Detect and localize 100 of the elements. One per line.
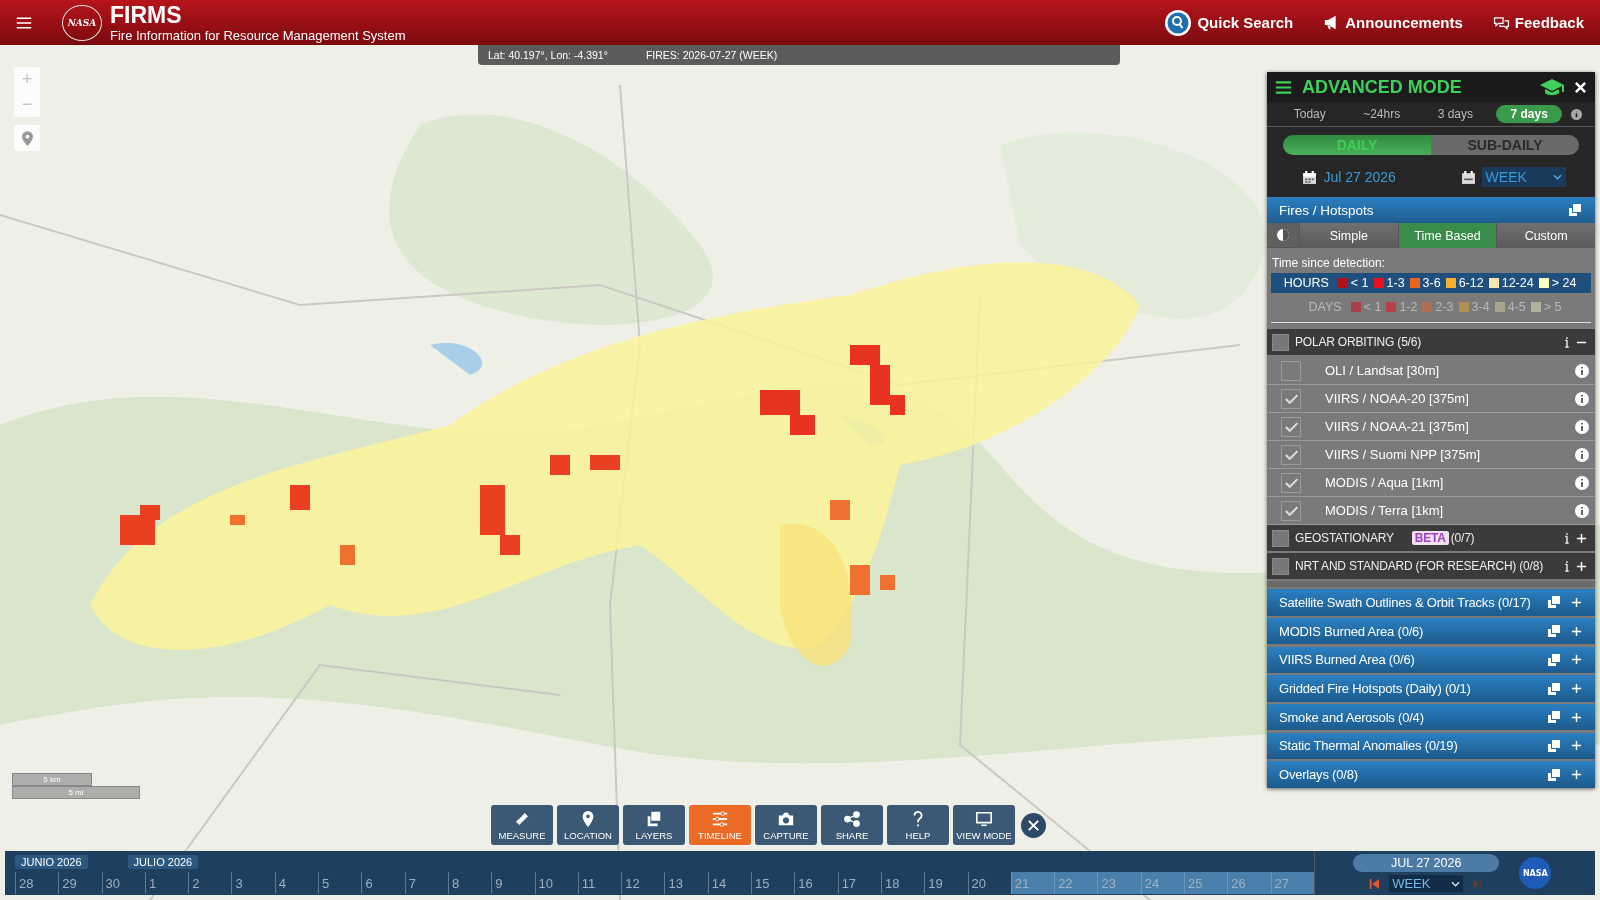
month-label: JUNIO 2026 (15, 855, 88, 869)
layer-group-header[interactable]: Satellite Swath Outlines & Orbit Tracks (0/17) (1267, 589, 1595, 616)
group-header[interactable]: POLAR ORBITING (5/6) (1267, 329, 1595, 355)
timeline-day[interactable]: 20 (967, 872, 1011, 894)
timeline-day[interactable]: 2 (188, 872, 232, 894)
panel-title: ADVANCED MODE (1302, 76, 1463, 98)
timeline-day[interactable]: 28 (15, 872, 59, 894)
group-count: (0/7) (1450, 531, 1475, 545)
legend-item: 3-6 (1422, 276, 1441, 290)
range-tab[interactable]: ~24hrs (1349, 105, 1415, 123)
sensor-label: VIIRS / NOAA-20 [375m] (1325, 391, 1470, 406)
layer-group-header[interactable]: Gridded Fire Hotspots (Daily) (0/1) (1267, 675, 1595, 702)
period-select[interactable]: WEEK (1389, 875, 1464, 892)
layer-group-header[interactable]: MODIS Burned Area (0/6) (1267, 617, 1595, 645)
timeline-day[interactable]: 12 (621, 872, 665, 894)
toolbar-button[interactable]: VIEW MODE (953, 805, 1015, 845)
range-tab[interactable]: 7 days (1496, 105, 1562, 123)
toolbar-button[interactable]: LOCATION (557, 805, 619, 845)
toolbar-button[interactable]: SHARE (821, 805, 883, 845)
toolbar-button[interactable]: TIMELINE (689, 805, 751, 845)
legend-item: 6-12 (1458, 276, 1484, 290)
style-tab[interactable]: Custom (1497, 223, 1595, 248)
sensor-row[interactable]: OLI / Landsat [30m] (1267, 357, 1595, 385)
timeline-day[interactable]: 18 (880, 872, 925, 894)
layer-group-header[interactable]: VIIRS Burned Area (0/6) (1267, 646, 1595, 674)
range-tab[interactable]: Today (1279, 105, 1340, 123)
sensor-label: MODIS / Terra [1km] (1325, 503, 1445, 518)
sensor-label: VIIRS / NOAA-21 [375m] (1325, 419, 1470, 434)
app-title: FIRMS (110, 3, 183, 27)
timeline-day[interactable]: 9 (491, 872, 535, 894)
timeline-day[interactable]: 11 (577, 872, 622, 894)
period-select[interactable]: WEEK (1481, 167, 1566, 187)
style-tab[interactable]: Simple (1300, 223, 1398, 248)
legend-title: Time since detection: (1272, 256, 1386, 270)
legend-item: 2-3 (1435, 300, 1454, 314)
legend-label: HOURS (1283, 276, 1329, 290)
timeline-day[interactable]: 5 (318, 872, 362, 894)
header-link[interactable]: Feedback (1492, 14, 1584, 31)
timeline-day[interactable]: 8 (447, 872, 492, 894)
app-subtitle: Fire Information for Resource Management System (110, 28, 406, 42)
layer-group-title: Gridded Fire Hotspots (Daily) (0/1) (1279, 681, 1472, 696)
legend-item: 12-24 (1501, 276, 1534, 290)
timeline-day[interactable]: 14 (707, 872, 752, 894)
scale-bar: 5 mi (12, 786, 140, 799)
toolbar-button[interactable]: HELP (887, 805, 949, 845)
sensor-row[interactable]: VIIRS / NOAA-20 [375m] (1267, 385, 1595, 413)
sensor-label: VIIRS / Suomi NPP [375m] (1325, 447, 1482, 462)
layer-group-title: VIIRS Burned Area (0/6) (1279, 652, 1416, 668)
style-tab[interactable]: Time Based (1398, 223, 1497, 248)
timeline-day[interactable]: 7 (404, 872, 448, 894)
toolbar-button[interactable]: CAPTURE (755, 805, 817, 845)
timeline-day[interactable]: 15 (751, 872, 795, 894)
legend-item: < 1 (1363, 300, 1382, 314)
legend-item: < 1 (1350, 276, 1369, 290)
range-tab[interactable]: 3 days (1423, 105, 1487, 123)
sensor-row[interactable]: VIIRS / NOAA-21 [375m] (1267, 413, 1595, 441)
timeline-day[interactable]: 13 (664, 872, 708, 894)
legend-label: DAYS (1308, 300, 1342, 314)
header-link[interactable]: Quick Search (1164, 8, 1294, 37)
timeline-day[interactable]: 4 (274, 872, 319, 894)
timeline-day[interactable]: 3 (231, 872, 275, 894)
timeline-day[interactable]: 29 (58, 872, 102, 894)
date-picker[interactable]: Jul 27 2026 (1296, 168, 1402, 186)
mode-toggle[interactable]: SUB-DAILY (1431, 135, 1579, 155)
layer-group-title: Smoke and Aerosols (0/4) (1279, 709, 1425, 725)
layer-group-title: Satellite Swath Outlines & Orbit Tracks (0/17) (1279, 594, 1532, 610)
timeline-day[interactable]: 30 (101, 872, 145, 894)
nasa-logo: NASA (1519, 857, 1552, 889)
timeline-day[interactable]: 17 (837, 872, 881, 894)
legend-item: 3-4 (1471, 300, 1490, 314)
timeline-day[interactable]: 6 (361, 872, 405, 894)
layer-group-title: Static Thermal Anomalies (0/19) (1279, 738, 1459, 754)
layer-group-header[interactable]: Overlays (0/8) (1267, 761, 1595, 788)
timeline-day[interactable]: 10 (534, 872, 578, 894)
header-link[interactable]: Announcements (1323, 14, 1463, 31)
timeline-day[interactable]: 1 (144, 872, 189, 894)
section-header[interactable]: Fires / Hotspots (1267, 197, 1595, 223)
legend-item: > 5 (1543, 300, 1562, 314)
sensor-row[interactable]: VIIRS / Suomi NPP [375m] (1267, 441, 1595, 469)
toolbar-button[interactable]: MEASURE (491, 805, 553, 845)
beta-badge: BETA (1411, 531, 1449, 545)
sensor-row[interactable]: MODIS / Aqua [1km] (1267, 469, 1595, 497)
toolbar-button[interactable]: LAYERS (623, 805, 685, 845)
section-title: Fires / Hotspots (1279, 202, 1374, 218)
group-title: NRT AND STANDARD (FOR RESEARCH) (0/8) (1295, 559, 1543, 573)
layer-group-header[interactable]: Smoke and Aerosols (0/4) (1267, 703, 1595, 731)
layer-group-header[interactable]: Static Thermal Anomalies (0/19) (1267, 732, 1595, 760)
legend-item: > 24 (1551, 276, 1577, 290)
legend-item: 1-2 (1399, 300, 1418, 314)
legend-item: 4-5 (1507, 300, 1526, 314)
sensor-label: OLI / Landsat [30m] (1325, 363, 1441, 378)
group-title: GEOSTATIONARY (1295, 531, 1394, 545)
timeline-day[interactable]: 19 (924, 872, 968, 894)
sensor-label: MODIS / Aqua [1km] (1325, 475, 1445, 490)
fires-date-text: FIRES: 2026-07-27 (WEEK) (645, 49, 778, 61)
layer-group-title: MODIS Burned Area (0/6) (1279, 623, 1425, 639)
group-header[interactable]: NRT AND STANDARD (FOR RESEARCH) (0/8) (1267, 553, 1595, 579)
timeline-day[interactable]: 16 (794, 872, 838, 894)
legend-item: 1-3 (1386, 276, 1405, 290)
group-header[interactable]: GEOSTATIONARY BETA (0/7) (1267, 525, 1595, 551)
